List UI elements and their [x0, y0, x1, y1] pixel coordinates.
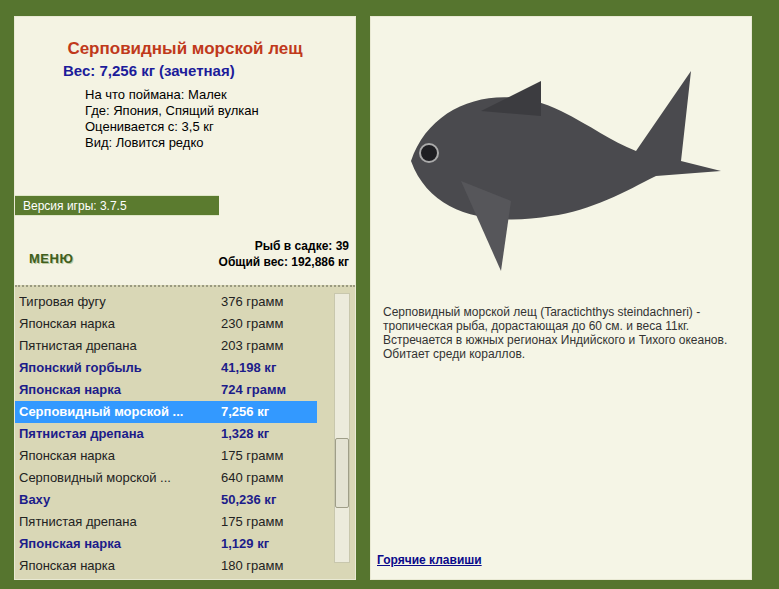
- right-panel: Серповидный морской лещ (Taractichthys s…: [370, 16, 752, 580]
- catch-name: Японская нарка: [19, 556, 221, 576]
- catch-name: Японская нарка: [19, 446, 221, 466]
- catch-list: Тигровая фугу376 граммЯпонская нарка230 …: [15, 291, 317, 579]
- scrollbar[interactable]: [334, 293, 350, 563]
- fish-detail: Где: Япония, Спящий вулкан: [85, 103, 355, 119]
- catch-row[interactable]: Серповидный морской ...640 грамм: [15, 467, 317, 489]
- catch-name: Пятнистая дрепана: [19, 424, 221, 444]
- catch-name: Ваху: [19, 490, 221, 510]
- catch-name: Пятнистая дрепана: [19, 336, 221, 356]
- fish-detail: На что поймана: Малек: [85, 87, 355, 103]
- catch-row[interactable]: Пятнистая дрепана203 грамм: [15, 335, 317, 357]
- catch-row[interactable]: Ваху50,236 кг: [15, 489, 317, 511]
- version-bar: Версия игры: 3.7.5: [15, 195, 219, 216]
- catch-weight: 724 грамм: [221, 380, 286, 400]
- catch-list-area: Тигровая фугу376 граммЯпонская нарка230 …: [15, 285, 355, 579]
- fish-details: На что поймана: МалекГде: Япония, Спящий…: [15, 87, 355, 151]
- catch-name: Серповидный морской ...: [19, 468, 221, 488]
- catch-name: Японская нарка: [19, 380, 221, 400]
- catch-weight: 376 грамм: [221, 292, 283, 312]
- catch-row[interactable]: Японская нарка180 грамм: [15, 555, 317, 577]
- game-window: Серповидный морской лещВес: 7,256 кг (за…: [0, 0, 779, 589]
- fish-weight: Вес: 7,256 кг (зачетная): [15, 61, 355, 81]
- catch-weight: 175 грамм: [221, 512, 283, 532]
- catch-name: Японская нарка: [19, 534, 221, 554]
- catch-weight: 7,256 кг: [221, 402, 269, 422]
- fish-detail: Вид: Ловится редко: [85, 135, 355, 151]
- catch-weight: 203 грамм: [221, 336, 283, 356]
- catch-weight: 1,129 кг: [221, 534, 269, 554]
- catch-name: Тигровая фугу: [19, 292, 221, 312]
- catch-row[interactable]: Японская нарка1,129 кг: [15, 533, 317, 555]
- catch-weight: 230 грамм: [221, 314, 283, 334]
- scrollbar-thumb[interactable]: [335, 438, 349, 508]
- summary-line: Общий вес: 192,886 кг: [219, 254, 349, 270]
- catch-row[interactable]: Пятнистая дрепана175 грамм: [15, 511, 317, 533]
- catch-weight: 180 грамм: [221, 556, 283, 576]
- catch-weight: 175 грамм: [221, 446, 283, 466]
- catch-row[interactable]: Пятнистая дрепана1,328 кг: [15, 423, 317, 445]
- catch-name: Пятнистая дрепана: [19, 512, 221, 532]
- fish-picture-icon: [391, 41, 731, 281]
- menu-button[interactable]: МЕНЮ: [29, 249, 73, 269]
- catch-weight: 41,198 кг: [221, 358, 276, 378]
- catch-row[interactable]: Японский горбыль41,198 кг: [15, 357, 317, 379]
- catch-name: Японский горбыль: [19, 358, 221, 378]
- catch-weight: 640 грамм: [221, 468, 283, 488]
- fish-detail: Оценивается с: 3,5 кг: [85, 119, 355, 135]
- fish-description: Серповидный морской лещ (Taractichthys s…: [371, 291, 751, 361]
- hotkeys-link[interactable]: Горячие клавиши: [371, 551, 751, 579]
- fish-info: Серповидный морской лещВес: 7,256 кг (за…: [15, 17, 355, 195]
- summary: Рыб в садке: 39Общий вес: 192,886 кг: [219, 238, 349, 270]
- catch-row[interactable]: Японская нарка230 грамм: [15, 313, 317, 335]
- summary-line: Рыб в садке: 39: [255, 238, 349, 254]
- catch-weight: 50,236 кг: [221, 490, 276, 510]
- catch-row[interactable]: Японская нарка724 грамм: [15, 379, 317, 401]
- catch-row[interactable]: Японская нарка175 грамм: [15, 445, 317, 467]
- menu-area: МЕНЮ Рыб в садке: 39Общий вес: 192,886 кг: [15, 216, 355, 285]
- catch-row[interactable]: Серповидный морской ...7,256 кг: [15, 401, 317, 423]
- catch-name: Серповидный морской ...: [19, 402, 221, 422]
- fish-title: Серповидный морской лещ: [15, 39, 355, 59]
- left-panel: Серповидный морской лещВес: 7,256 кг (за…: [14, 16, 356, 580]
- catch-weight: 1,328 кг: [221, 424, 269, 444]
- fish-image: [371, 17, 751, 291]
- catch-row[interactable]: Тигровая фугу376 грамм: [15, 291, 317, 313]
- catch-name: Японская нарка: [19, 314, 221, 334]
